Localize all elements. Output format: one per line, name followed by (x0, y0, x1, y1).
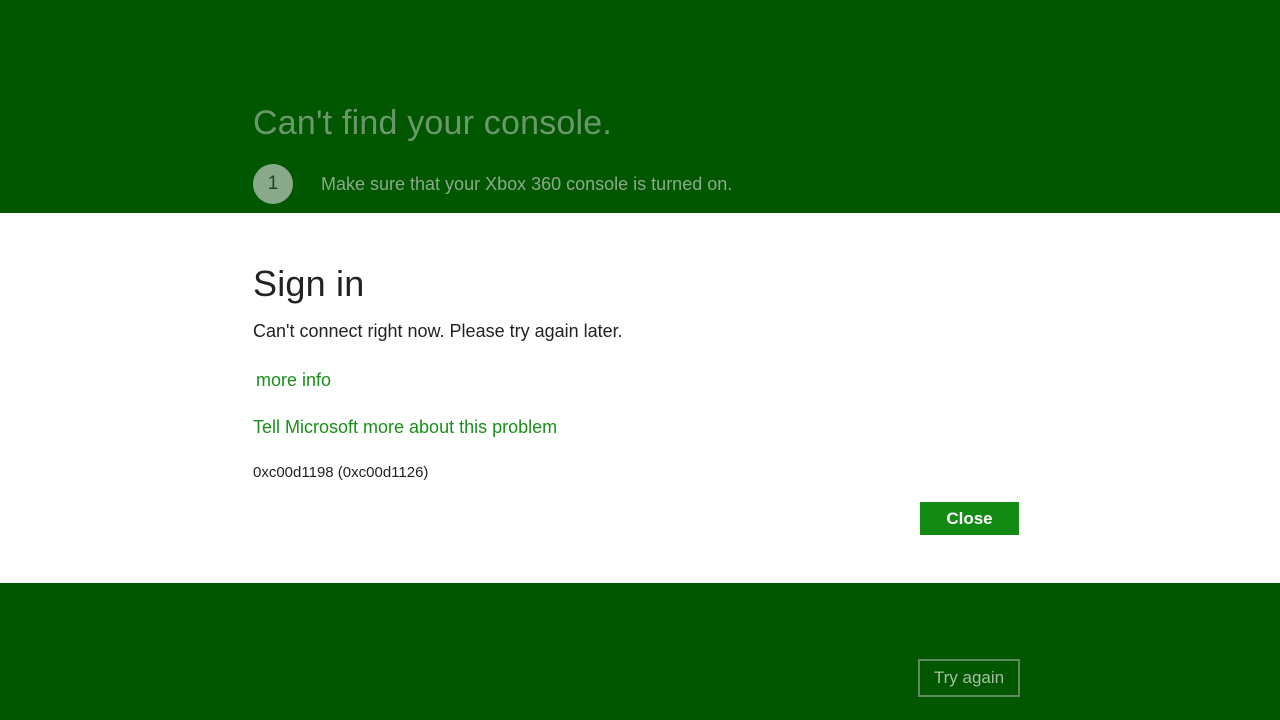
close-button[interactable]: Close (920, 502, 1019, 535)
try-again-button[interactable]: Try again (918, 659, 1020, 697)
page-title: Can't find your console. (253, 104, 612, 143)
dialog-message: Can't connect right now. Please try agai… (253, 321, 1023, 342)
dialog-title: Sign in (253, 263, 1023, 305)
troubleshoot-step-row: 1 Make sure that your Xbox 360 console i… (253, 164, 732, 204)
background-footer (0, 583, 1280, 720)
error-code-text: 0xc00d1198 (0xc00d1126) (253, 464, 1023, 481)
step-instruction-text: Make sure that your Xbox 360 console is … (321, 174, 732, 195)
report-problem-link[interactable]: Tell Microsoft more about this problem (253, 417, 557, 438)
step-number-badge: 1 (253, 164, 293, 204)
signin-error-dialog: Sign in Can't connect right now. Please … (0, 213, 1280, 583)
more-info-link[interactable]: more info (256, 370, 331, 391)
